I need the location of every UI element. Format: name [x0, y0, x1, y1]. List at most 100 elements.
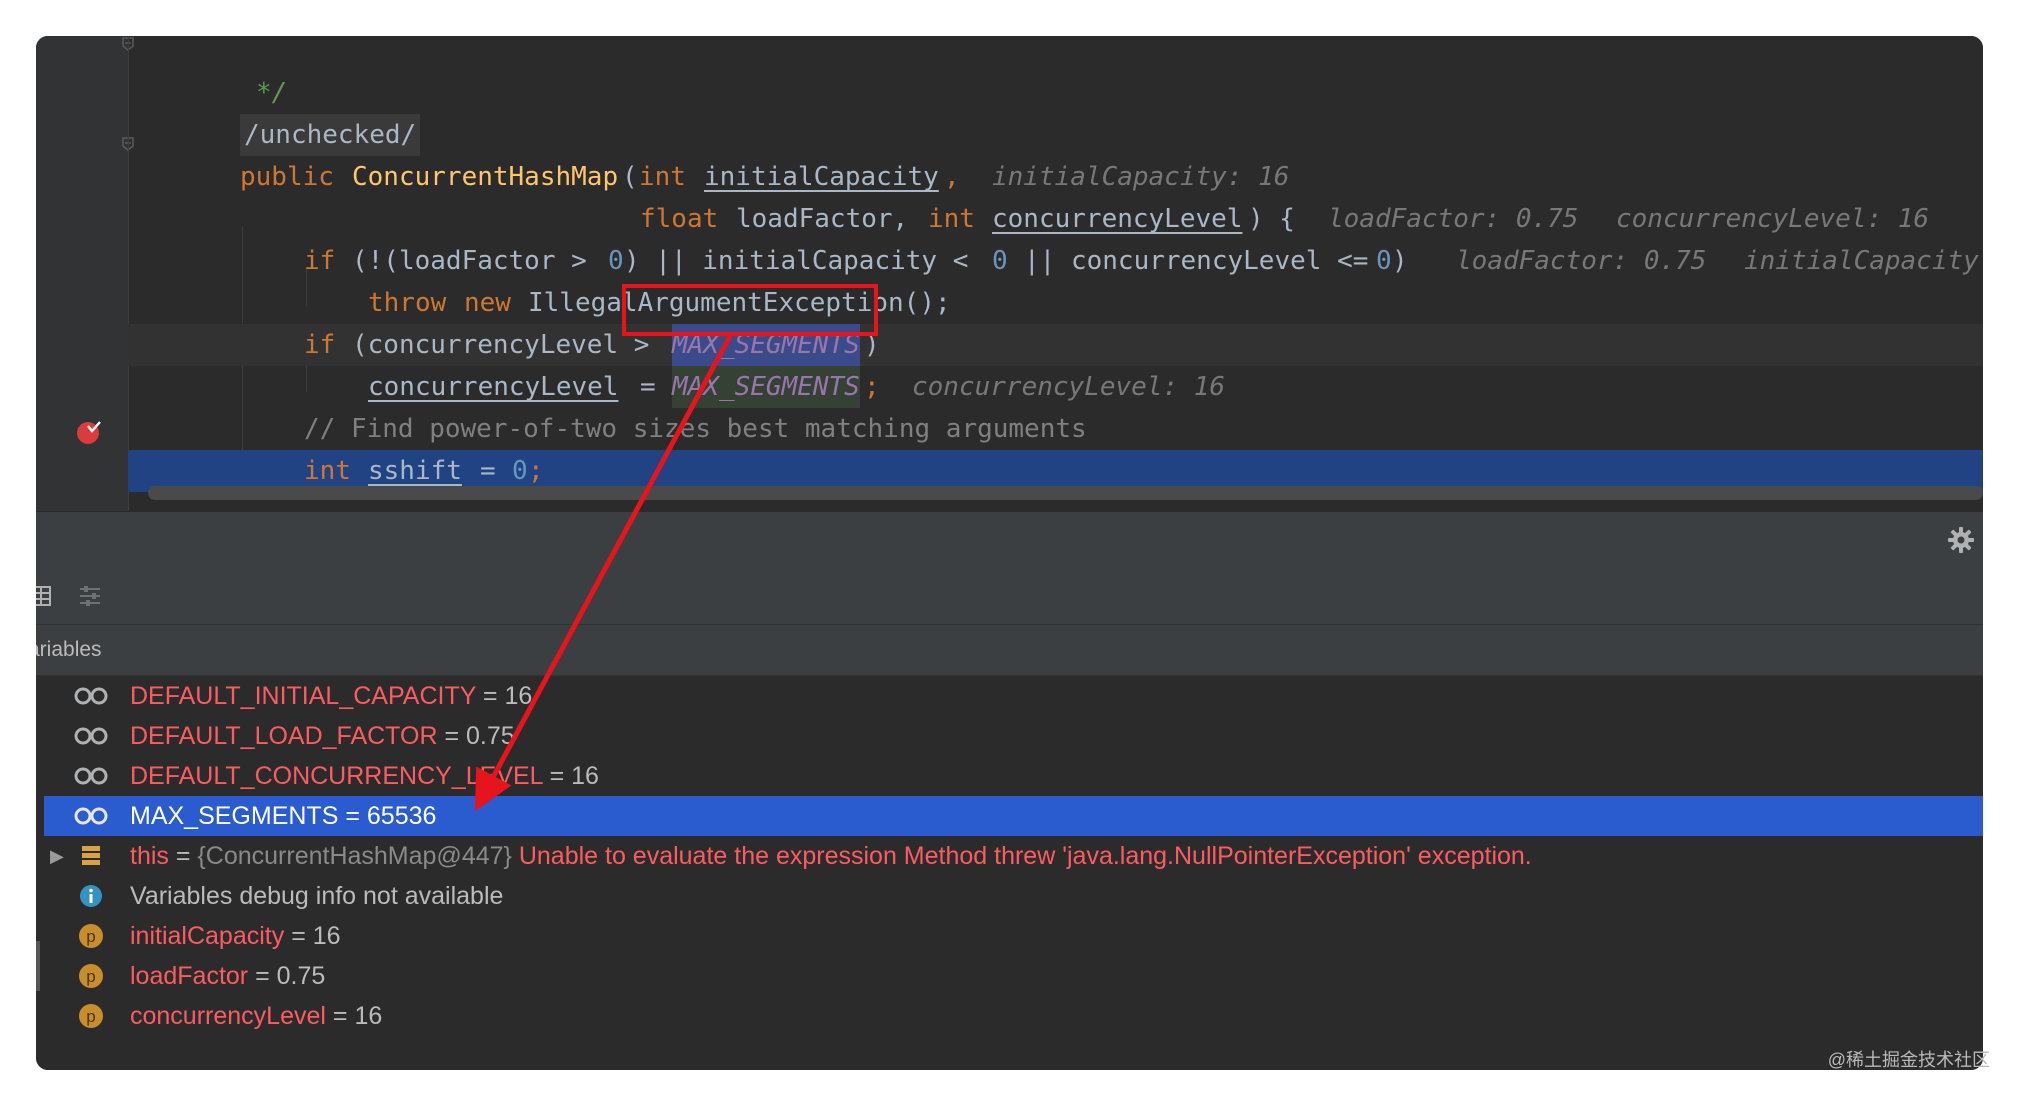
- javadoc-end: */: [256, 78, 288, 108]
- number-literal: 0: [608, 246, 624, 276]
- gear-icon[interactable]: [1947, 526, 1975, 554]
- layout-table-icon[interactable]: [36, 584, 54, 608]
- keyword-float: float: [640, 204, 719, 234]
- comma: ,: [944, 162, 960, 192]
- keyword-int: int: [928, 204, 975, 234]
- code-line[interactable]: public ConcurrentHashMap ( int initialCa…: [128, 156, 1983, 198]
- variable-row[interactable]: p initialCapacity = 16: [44, 916, 1983, 956]
- svg-text:p: p: [86, 1007, 95, 1026]
- variable-value: 0.75: [276, 962, 326, 990]
- variable-name: MAX_SEGMENTS: [130, 802, 339, 830]
- settings-list-icon[interactable]: [78, 584, 102, 608]
- variable-value: 65536: [366, 802, 437, 830]
- brace: ) {: [1248, 204, 1295, 234]
- variable-value: 0.75: [466, 722, 515, 750]
- variable-name: DEFAULT_CONCURRENCY_LEVEL: [130, 762, 543, 790]
- code-text: ): [1392, 246, 1408, 276]
- editor-gutter[interactable]: [36, 36, 134, 511]
- variable-row[interactable]: DEFAULT_LOAD_FACTOR = 0.75: [44, 716, 1983, 756]
- highlight-box: [622, 284, 878, 336]
- static-field-icon: [74, 807, 108, 825]
- code-line[interactable]: throw new IllegalArgumentException();: [128, 282, 1983, 324]
- inline-value-hint: initialCapacity: 16: [992, 162, 1290, 192]
- annotation-unchecked: /unchecked/: [240, 114, 421, 156]
- watermark: @稀土掘金技术社区: [1827, 1050, 1990, 1070]
- code-line[interactable]: if (!(loadFactor > 0 ) || initialCapacit…: [128, 240, 1983, 282]
- variable-equals: =: [175, 842, 191, 870]
- code-line[interactable]: /unchecked/: [128, 114, 1983, 156]
- paren: (: [622, 162, 638, 192]
- variable-name: initialCapacity: [130, 922, 285, 950]
- variable-equals: =: [291, 922, 306, 950]
- static-field-icon: [74, 687, 108, 705]
- variables-toolbar: [36, 568, 1983, 625]
- variables-header: ariables: [36, 625, 1983, 676]
- keyword-if: if: [304, 330, 336, 360]
- breakpoint-icon[interactable]: [76, 419, 102, 445]
- variable-row[interactable]: DEFAULT_CONCURRENCY_LEVEL = 16: [44, 756, 1983, 796]
- keyword-int: int: [639, 162, 686, 192]
- code-text: (concurrencyLevel >: [352, 330, 650, 360]
- variable-concurrencyLevel: concurrencyLevel: [368, 372, 619, 402]
- constructor-name: ConcurrentHashMap: [352, 162, 619, 192]
- code-line[interactable]: float loadFactor, int concurrencyLevel )…: [128, 198, 1983, 240]
- semicolon: ;: [864, 372, 880, 402]
- variable-value: 16: [571, 762, 599, 790]
- constant-max-segments: MAX_SEGMENTS: [672, 366, 860, 408]
- info-message: Variables debug info not available: [130, 882, 504, 910]
- variable-row-selected[interactable]: MAX_SEGMENTS = 65536: [44, 796, 1983, 836]
- number-literal: 0: [1376, 246, 1392, 276]
- code-line[interactable]: // Find power-of-two sizes best matching…: [128, 408, 1983, 450]
- variable-equals: =: [255, 962, 270, 990]
- variable-equals: =: [482, 682, 498, 710]
- info-icon: [80, 885, 102, 907]
- svg-text:p: p: [86, 927, 95, 946]
- inline-value-hint: concurrencyLevel: 16: [1616, 204, 1930, 234]
- variable-row[interactable]: p concurrencyLevel = 16: [44, 996, 1983, 1036]
- keyword-if: if: [304, 246, 336, 276]
- parameter-icon: p: [79, 924, 103, 948]
- param-loadFactor: loadFactor,: [736, 204, 909, 234]
- param-initialCapacity: initialCapacity: [704, 162, 939, 192]
- keyword-new: new: [464, 288, 511, 318]
- variable-value: 16: [312, 922, 341, 950]
- code-line[interactable]: concurrencyLevel = MAX_SEGMENTS ; concur…: [128, 366, 1983, 408]
- variable-equals: =: [345, 802, 360, 830]
- variable-name: DEFAULT_INITIAL_CAPACITY: [130, 682, 476, 710]
- horizontal-scrollbar[interactable]: [148, 486, 1983, 500]
- variables-list[interactable]: DEFAULT_INITIAL_CAPACITY = 16 DEFAULT_LO…: [36, 676, 1983, 1070]
- variable-equals: =: [332, 1002, 348, 1030]
- info-row: Variables debug info not available: [44, 876, 1983, 916]
- object-reference: {ConcurrentHashMap@447}: [197, 842, 512, 870]
- inline-value-hint: concurrencyLevel: 16: [912, 372, 1226, 402]
- code-text: (!(loadFactor >: [352, 246, 587, 276]
- variable-equals: =: [549, 762, 565, 790]
- param-concurrencyLevel: concurrencyLevel: [992, 204, 1243, 234]
- code-area[interactable]: */ /unchecked/ public ConcurrentHashMap …: [128, 36, 1983, 496]
- object-icon: [82, 846, 100, 865]
- static-field-icon: [74, 727, 108, 745]
- panel-edge-marker: [36, 941, 40, 991]
- parameter-icon: p: [79, 964, 103, 988]
- operator: =: [640, 372, 656, 402]
- code-editor[interactable]: */ /unchecked/ public ConcurrentHashMap …: [36, 36, 1983, 511]
- code-line-caret[interactable]: if (concurrencyLevel > MAX_SEGMENTS ): [128, 324, 1983, 366]
- variable-name: loadFactor: [130, 962, 249, 990]
- debug-tool-window-header: [36, 511, 1983, 569]
- variable-name: DEFAULT_LOAD_FACTOR: [130, 722, 438, 750]
- number-literal: 0: [992, 246, 1008, 276]
- inline-value-hint: initialCapacity:: [1744, 246, 1983, 276]
- inline-value-hint: loadFactor: 0.75: [1456, 246, 1707, 276]
- static-field-icon: [74, 767, 108, 785]
- inline-value-hint: loadFactor: 0.75: [1328, 204, 1579, 234]
- keyword-throw: throw: [368, 288, 447, 318]
- code-line[interactable]: */: [128, 72, 1983, 114]
- expand-arrow-icon[interactable]: ▶: [50, 836, 64, 876]
- variable-row[interactable]: ▶ this = {ConcurrentHashMap@447} Unable …: [44, 836, 1983, 876]
- ide-window: */ /unchecked/ public ConcurrentHashMap …: [36, 36, 1983, 1070]
- variable-value: 16: [354, 1002, 383, 1030]
- variable-row[interactable]: DEFAULT_INITIAL_CAPACITY = 16: [44, 676, 1983, 716]
- variable-value: 16: [504, 682, 533, 710]
- variable-row[interactable]: p loadFactor = 0.75: [44, 956, 1983, 996]
- variable-name: this: [130, 842, 169, 870]
